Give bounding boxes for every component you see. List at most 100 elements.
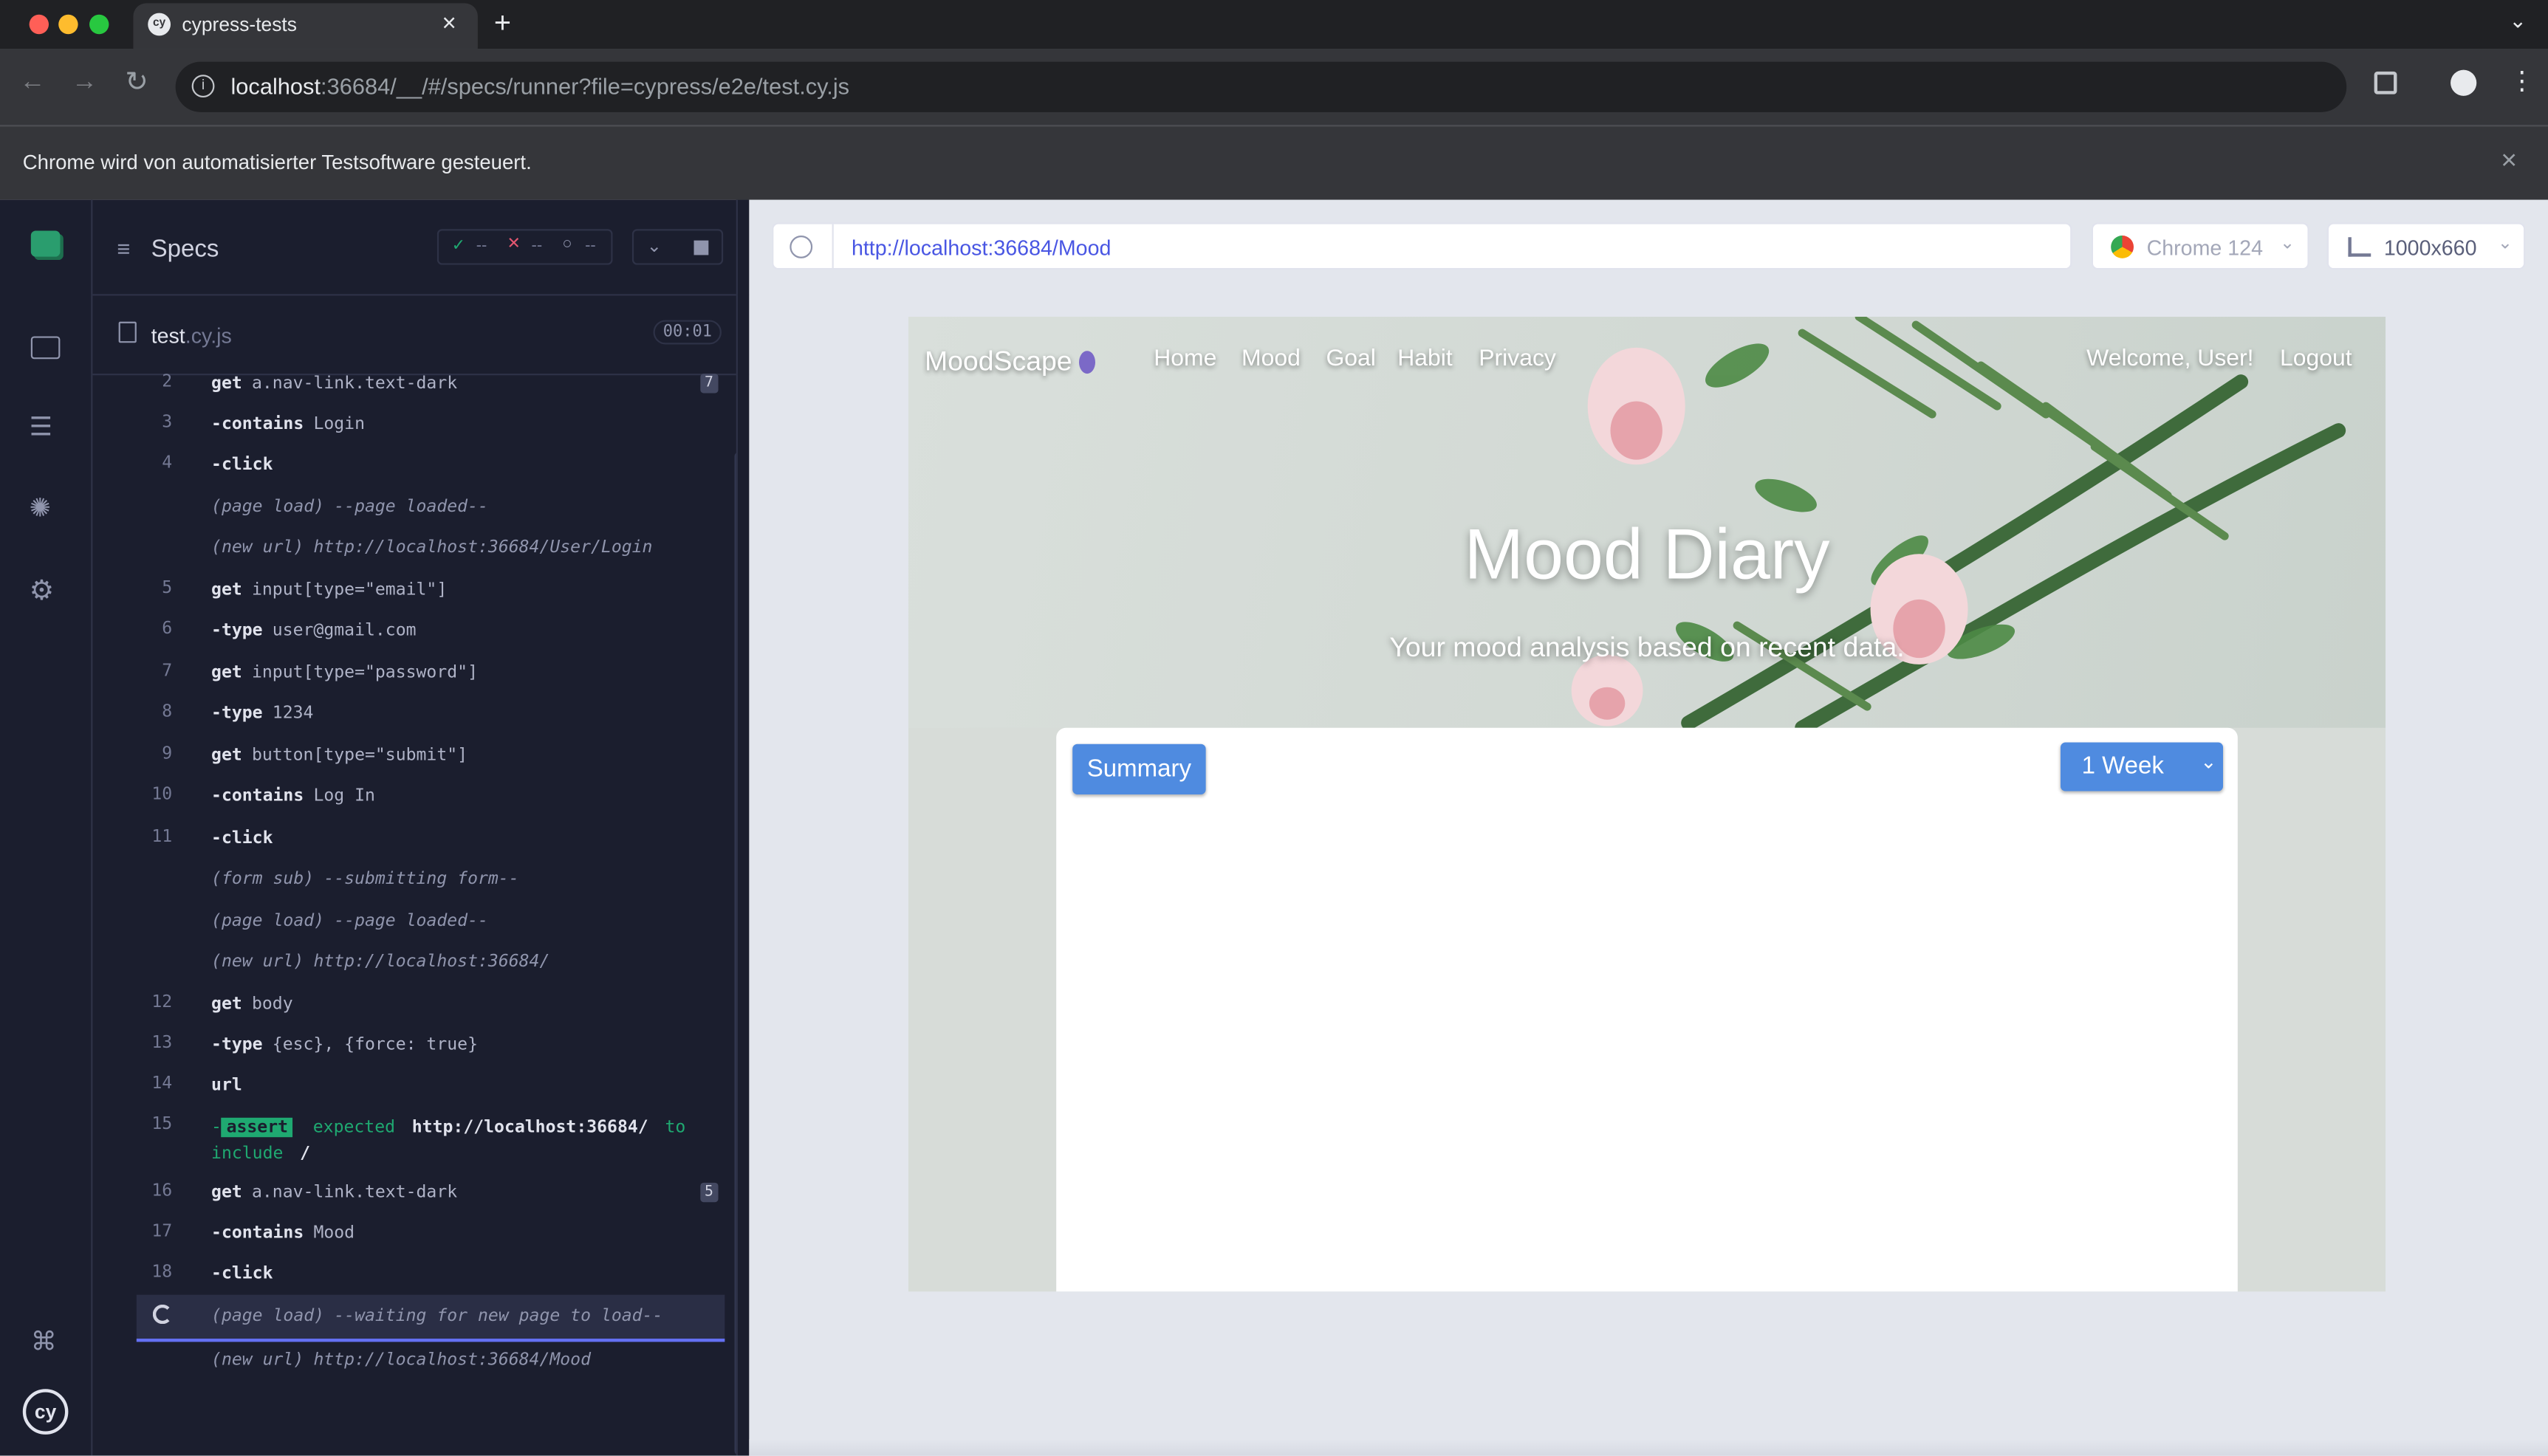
command-number: 16 [151, 1181, 173, 1201]
assert-to: to [665, 1117, 686, 1138]
command-name: get [211, 994, 242, 1014]
command-message: user@gmail.com [272, 620, 417, 640]
command-message: --submitting form-- [323, 869, 519, 889]
command-name: get [211, 745, 242, 766]
assert-slash: / [300, 1144, 311, 1164]
brand-logo[interactable]: MoodScape [924, 346, 1097, 379]
command-row[interactable]: 17 -contains Mood [137, 1222, 725, 1251]
extensions-icon[interactable] [2374, 71, 2397, 95]
assert-tag: assert [221, 1117, 293, 1138]
browser-menu-icon[interactable]: ⋮ [2509, 65, 2535, 97]
command-row[interactable]: 6 -type user@gmail.com [137, 619, 725, 648]
aut-url[interactable]: http://localhost:36684/Mood [852, 236, 1111, 260]
command-number: 8 [162, 701, 173, 721]
element-count-badge: 5 [699, 1182, 719, 1203]
command-row[interactable]: 8 -type 1234 [137, 702, 725, 732]
command-message: a.nav-link.text-dark [251, 1182, 458, 1203]
page-subtitle: Your mood analysis based on recent data. [1389, 631, 1905, 663]
command-row[interactable]: (page load) --page loaded-- [137, 910, 725, 939]
aut-url-bar[interactable]: http://localhost:36684/Mood [772, 222, 2072, 270]
nav-habit[interactable]: Habit [1397, 346, 1453, 372]
browser-label: Chrome 124 [2146, 236, 2264, 261]
command-row[interactable]: 11 -click [137, 827, 725, 856]
last-command-row[interactable]: (new url) http://localhost:36684/Mood [137, 1348, 725, 1378]
mood-summary-card: Summary 1 Week ⌄ [1056, 727, 2238, 1292]
command-row[interactable]: 16 get a.nav-link.text-dark 5 [137, 1181, 725, 1211]
command-message: body [251, 994, 293, 1014]
command-row[interactable]: 10 -contains Log In [137, 785, 725, 814]
command-message: http://localhost:36684/ [313, 952, 550, 972]
command-row[interactable]: (new url) http://localhost:36684/User/Log… [137, 536, 725, 566]
close-infobar-icon[interactable]: × [2501, 145, 2517, 177]
command-log: 2 get a.nav-link.text-dark 7 3 -contains Login… [0, 0, 747, 1455]
command-number: 7 [162, 661, 173, 681]
command-number: 14 [151, 1074, 173, 1093]
command-number: 5 [162, 578, 173, 598]
command-name: get [211, 662, 242, 683]
command-name: (page load) [211, 911, 325, 931]
command-message: input[type="password"] [251, 662, 478, 683]
selector-playground-icon[interactable] [790, 236, 813, 258]
summary-button[interactable]: Summary [1072, 744, 1206, 794]
browser-selector[interactable]: Chrome 124 ⌄ [2091, 222, 2309, 270]
command-row[interactable]: 4 -click [137, 453, 725, 483]
command-number: 6 [162, 619, 173, 639]
nav-privacy[interactable]: Privacy [1479, 346, 1556, 372]
command-name: -type [211, 1034, 263, 1054]
command-row[interactable]: 9 get button[type="submit"] [137, 744, 725, 774]
tab-search-chevron-icon[interactable]: ⌄ [2509, 8, 2527, 34]
command-name: (page load) [211, 497, 325, 517]
command-row[interactable]: (page load) --page loaded-- [137, 495, 725, 525]
time-range-select[interactable]: 1 Week ⌄ [2060, 742, 2224, 791]
command-number: 4 [162, 453, 173, 473]
command-name: get [211, 1182, 242, 1203]
command-row[interactable]: 14 url [137, 1074, 725, 1103]
welcome-user[interactable]: Welcome, User! [2086, 346, 2253, 372]
command-name: -contains [211, 786, 304, 806]
assert-expected: expected [312, 1117, 396, 1138]
command-row[interactable]: (form sub) --submitting form-- [137, 868, 725, 897]
command-message: Login [313, 414, 366, 434]
profile-avatar-icon[interactable] [2451, 69, 2477, 96]
command-name: (page load) [211, 1306, 325, 1326]
command-number: 3 [162, 412, 173, 433]
viewport-label: 1000x660 [2383, 236, 2477, 261]
nav-goal[interactable]: Goal [1326, 346, 1375, 372]
time-range-value: 1 Week [2081, 752, 2164, 780]
chevron-down-icon: ⌄ [2280, 233, 2295, 254]
command-name: url [211, 1075, 242, 1096]
command-row[interactable]: 5 get input[type="email"] [137, 578, 725, 608]
command-name: -contains [211, 1223, 304, 1243]
command-message: --page loaded-- [334, 497, 488, 517]
command-message: input[type="email"] [251, 580, 448, 600]
command-row[interactable]: 12 get body [137, 992, 725, 1022]
command-number: 13 [151, 1033, 173, 1053]
command-name: (new url) [211, 952, 304, 972]
command-name: (new url) [211, 1350, 304, 1370]
assert-row[interactable]: 15 - assert expected http://localhost:366… [137, 1114, 725, 1170]
chrome-logo-icon [2111, 236, 2134, 258]
assert-value: http://localhost:36684/ [411, 1117, 648, 1138]
viewport-selector[interactable]: 1000x660 ⌄ [2326, 222, 2526, 270]
viewport-ruler-icon [2348, 237, 2371, 257]
command-name: (form sub) [211, 869, 315, 889]
command-row[interactable]: 3 -contains Login [137, 413, 725, 442]
panel-resize-handle[interactable] [736, 199, 750, 1456]
waiting-command-row[interactable]: (page load) --waiting for new page to loa… [136, 1294, 725, 1342]
command-row[interactable]: 7 get input[type="password"] [137, 662, 725, 691]
command-message: --waiting for new page to load-- [334, 1306, 663, 1326]
command-number: 18 [151, 1262, 173, 1282]
logout-link[interactable]: Logout [2280, 346, 2352, 372]
loading-spinner-icon [152, 1304, 173, 1325]
brand-name: MoodScape [924, 346, 1072, 377]
nav-mood[interactable]: Mood [1242, 346, 1301, 372]
command-name: get [211, 374, 242, 394]
command-row[interactable]: 2 get a.nav-link.text-dark 7 [137, 372, 725, 402]
command-number: 9 [162, 744, 173, 764]
command-row[interactable]: 18 -click [137, 1263, 725, 1292]
command-message: button[type="submit"] [251, 745, 468, 766]
nav-home[interactable]: Home [1154, 346, 1216, 372]
command-row[interactable]: 13 -type {esc}, {force: true} [137, 1033, 725, 1062]
page-title: Mood Diary [1464, 515, 1830, 595]
command-row[interactable]: (new url) http://localhost:36684/ [137, 950, 725, 980]
